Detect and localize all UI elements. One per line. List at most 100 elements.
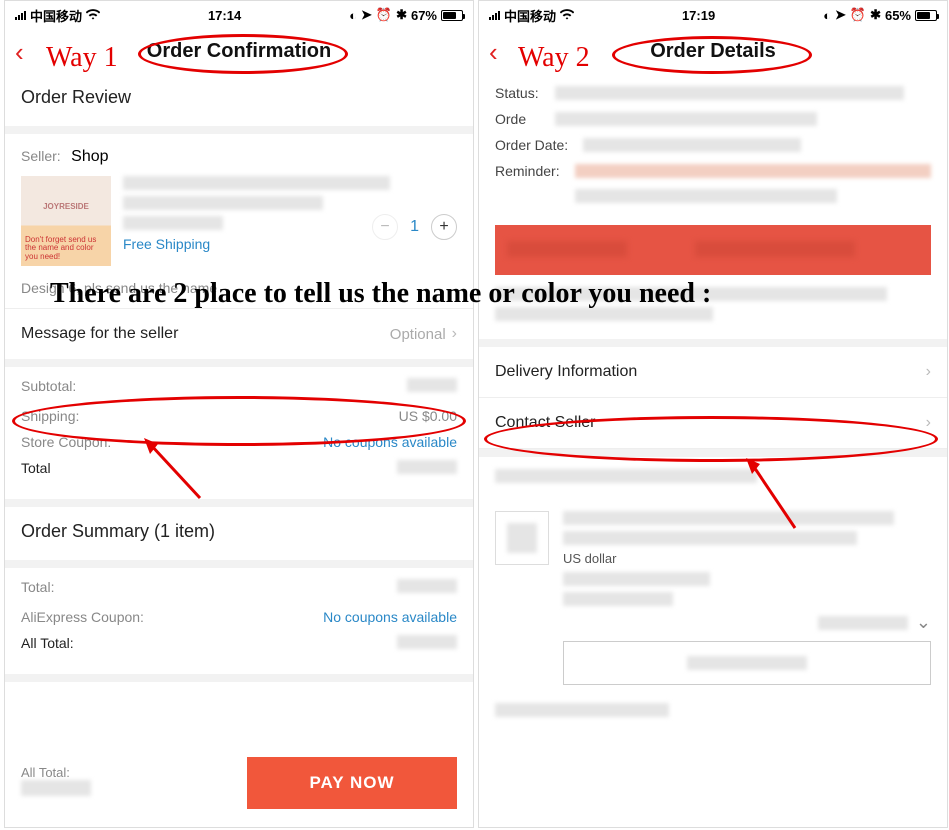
alarm-icon: ⏰ (850, 7, 866, 23)
subtotal-value-redacted (407, 378, 457, 392)
screenshot-way-1: 中国移动 17:14 ◐ ➤ ⏰ ✱ 67% ‹ Order Confirmat… (4, 0, 474, 828)
quantity-stepper: − 1 + (372, 214, 457, 240)
page-header: ‹ Order Confirmation (5, 29, 473, 73)
pay-now-button[interactable]: PAY NOW (247, 757, 457, 809)
order-review-section: Order Review (5, 73, 473, 134)
redacted-line (495, 703, 669, 717)
delivery-information-label: Delivery Information (495, 363, 637, 381)
store-coupon-label: Store Coupon: (21, 434, 111, 450)
shipping-label: Shipping: (21, 408, 79, 424)
order-date-redacted (583, 138, 801, 152)
product-thumbnail[interactable]: JOYRESIDE Don't forget send us the name … (21, 176, 111, 266)
seller-row: Seller: Shop (5, 134, 473, 166)
status-bar: 中国移动 17:19 ◐ ➤ ⏰ ✱ 65% (479, 1, 947, 29)
item-thumb[interactable] (495, 511, 549, 565)
ali-coupon-label: AliExpress Coupon: (21, 609, 144, 625)
order-review-title: Order Review (21, 87, 457, 108)
page-title: Order Details (650, 40, 776, 63)
status-label: Status: (495, 85, 547, 101)
product-meta-redacted (123, 216, 223, 230)
redacted-line (495, 287, 887, 301)
total-label: Total (21, 460, 51, 480)
chevron-down-icon[interactable]: ⌄ (916, 612, 931, 633)
store-coupon-value[interactable]: No coupons available (323, 434, 457, 450)
chevron-right-icon: › (926, 363, 931, 381)
order-value-redacted (555, 112, 817, 126)
qty-minus-button[interactable]: − (372, 214, 398, 240)
currency-hint: US dollar (563, 551, 931, 566)
all-total-label: All Total: (21, 635, 74, 655)
paybar-amount-redacted (21, 780, 91, 796)
location-icon: ➤ (835, 7, 846, 23)
signal-icon (489, 10, 500, 20)
screenshot-way-2: 中国移动 17:19 ◐ ➤ ⏰ ✱ 65% ‹ Order Details S… (478, 0, 948, 828)
reminder-value-redacted (575, 164, 931, 178)
status-bar: 中国移动 17:14 ◐ ➤ ⏰ ✱ 67% (5, 1, 473, 29)
back-icon[interactable]: ‹ (15, 37, 24, 68)
all-total-redacted (397, 635, 457, 649)
summary-total-label: Total: (21, 579, 54, 599)
seller-value: Shop (71, 148, 108, 165)
battery-percent: 65% (885, 8, 911, 23)
paybar-all-total-label: All Total: (21, 765, 231, 780)
thumb-brand: JOYRESIDE (25, 180, 107, 236)
carrier-label: 中国移动 (30, 6, 82, 25)
order-info-block: Status: Orde Order Date: Reminder: (479, 73, 947, 221)
page-header: ‹ Order Details (479, 29, 947, 73)
product-title-redacted (123, 176, 390, 190)
bluetooth-icon: ✱ (396, 7, 407, 23)
alarm-icon: ⏰ (376, 7, 392, 23)
page-title: Order Confirmation (147, 40, 331, 63)
qty-value: 1 (410, 218, 419, 236)
status-time: 17:19 (682, 8, 715, 23)
item-detail-block: US dollar ⌄ (479, 501, 947, 703)
location-icon: ➤ (361, 7, 372, 23)
summary-totals: Total: AliExpress Coupon: No coupons avai… (5, 568, 473, 682)
subtotal-label: Subtotal: (21, 378, 76, 398)
wifi-icon (86, 8, 100, 23)
bluetooth-icon: ✱ (870, 7, 881, 23)
totals-section: Subtotal: Shipping: US $0.00 Store Coupon… (5, 367, 473, 507)
total-value-redacted (397, 460, 457, 474)
variant-note: Design 6, pls send us the name (5, 276, 473, 308)
contact-seller-row[interactable]: Contact Seller › (479, 398, 947, 449)
do-not-disturb-icon: ◐ (823, 8, 831, 23)
order-label: Orde (495, 111, 547, 127)
do-not-disturb-icon: ◐ (349, 8, 357, 23)
chevron-right-icon: › (452, 325, 457, 343)
message-for-seller-label: Message for the seller (21, 325, 178, 343)
shipping-value: US $0.00 (399, 408, 457, 424)
redacted-line (563, 572, 710, 586)
back-icon[interactable]: ‹ (489, 37, 498, 68)
carrier-label: 中国移动 (504, 6, 556, 25)
item-title-redacted (563, 511, 894, 525)
chevron-right-icon: › (926, 414, 931, 432)
status-time: 17:14 (208, 8, 241, 23)
action-button-redacted[interactable] (563, 641, 931, 685)
redacted-line (495, 469, 757, 483)
battery-icon (441, 10, 463, 21)
status-value-redacted (555, 86, 904, 100)
order-summary-section: Order Summary (1 item) (5, 507, 473, 568)
order-date-label: Order Date: (495, 137, 575, 153)
pay-bar: All Total: PAY NOW (5, 747, 473, 819)
highlight-banner (495, 225, 931, 275)
summary-total-redacted (397, 579, 457, 593)
order-summary-title: Order Summary (1 item) (21, 521, 457, 542)
battery-percent: 67% (411, 8, 437, 23)
battery-icon (915, 10, 937, 21)
delivery-information-row[interactable]: Delivery Information › (479, 347, 947, 398)
product-title-redacted-2 (123, 196, 323, 210)
reminder-value-redacted-2 (575, 189, 837, 203)
product-row: JOYRESIDE Don't forget send us the name … (5, 166, 473, 276)
ali-coupon-value[interactable]: No coupons available (323, 609, 457, 625)
qty-plus-button[interactable]: + (431, 214, 457, 240)
reminder-label: Reminder: (495, 163, 567, 179)
seller-label: Seller: (21, 148, 61, 164)
thumb-note: Don't forget send us the name and color … (25, 236, 107, 262)
signal-icon (15, 10, 26, 20)
redacted-line (818, 616, 908, 630)
message-for-seller-row[interactable]: Message for the seller Optional › (5, 308, 473, 367)
redacted-line (563, 592, 673, 606)
message-optional-label: Optional (390, 326, 446, 343)
